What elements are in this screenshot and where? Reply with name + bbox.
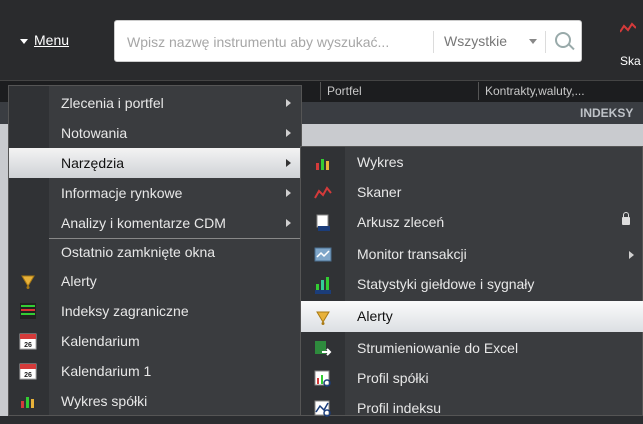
- menu-item-label: Narzędzia: [61, 155, 125, 171]
- alert-bell-icon: [316, 311, 330, 325]
- calendar-icon: 26: [19, 363, 37, 380]
- menu-item-label: Zlecenia i portfel: [61, 95, 164, 111]
- chevron-right-icon: [286, 129, 291, 137]
- scanner-icon: [314, 186, 332, 199]
- chevron-right-icon: [286, 99, 291, 107]
- submenu-item-label: Strumieniowanie do Excel: [357, 340, 519, 356]
- menu-separator: [49, 238, 301, 239]
- recent-item-label: Indeksy zagraniczne: [61, 303, 189, 319]
- menu-item-label: Informacje rynkowe: [61, 185, 183, 201]
- submenu-item-wykres[interactable]: Wykres: [301, 147, 643, 178]
- menu-button-label: Menu: [34, 32, 70, 48]
- menu-item-notowania[interactable]: Notowania: [9, 118, 301, 148]
- company-profile-icon: [314, 370, 331, 387]
- divider: [433, 31, 434, 53]
- menu-item-narzedzia[interactable]: Narzędzia: [9, 148, 301, 178]
- submenu-item-label: Profil spółki: [357, 370, 429, 386]
- skaner-button-label: Ska: [620, 54, 641, 68]
- chevron-right-icon: [286, 219, 291, 227]
- top-bar: Menu Wszystkie Ska: [0, 0, 643, 80]
- submenu-item-statystyki[interactable]: Statystyki giełdowe i sygnały: [301, 269, 643, 300]
- recent-item-label: Alerty: [61, 273, 97, 289]
- submenu-item-label: Wykres: [357, 154, 404, 170]
- chart-icon: [316, 159, 329, 170]
- calendar-day: 26: [24, 372, 32, 379]
- submenu-item-profil-spolki[interactable]: Profil spółki: [301, 363, 643, 394]
- divider: [545, 31, 546, 53]
- recent-item-wykres-spolki[interactable]: Wykres spółki: [9, 386, 301, 416]
- submenu-item-skaner[interactable]: Skaner: [301, 177, 643, 208]
- instrument-search: Wszystkie: [114, 20, 582, 62]
- calendar-day: 26: [24, 342, 32, 349]
- submenu-item-label: Arkusz zleceń: [357, 214, 445, 230]
- search-input[interactable]: [125, 31, 429, 53]
- menu-item-zlecenia[interactable]: Zlecenia i portfel: [9, 88, 301, 118]
- menu-item-informacje[interactable]: Informacje rynkowe: [9, 178, 301, 208]
- index-profile-icon: [314, 400, 331, 417]
- section-label: INDEKSY: [580, 106, 634, 120]
- monitor-icon: [314, 247, 332, 262]
- order-sheet-icon: [316, 214, 330, 231]
- skaner-button[interactable]: Ska: [610, 12, 643, 72]
- submenu-item-label: Monitor transakcji: [357, 246, 467, 262]
- recent-item-indeksy[interactable]: Indeksy zagraniczne: [9, 296, 301, 326]
- submenu-item-alerty[interactable]: Alerty: [301, 301, 643, 332]
- excel-stream-icon: [315, 341, 332, 356]
- scanner-icon: [620, 22, 636, 33]
- search-icon[interactable]: [555, 32, 571, 48]
- stats-icon: [315, 277, 331, 294]
- recent-item-label: Kalendarium: [61, 333, 140, 349]
- recent-item-kalendarium-1[interactable]: 26 Kalendarium 1: [9, 356, 301, 386]
- submenu-item-strumieniowanie[interactable]: Strumieniowanie do Excel: [301, 333, 643, 364]
- tab-kontrakty[interactable]: Kontrakty,waluty,...: [478, 82, 591, 100]
- submenu-item-label: Statystyki giełdowe i sygnały: [357, 276, 535, 292]
- lock-icon: [622, 212, 630, 225]
- submenu-item-profil-indeksu[interactable]: Profil indeksu: [301, 393, 643, 424]
- chevron-right-icon: [629, 251, 634, 259]
- submenu-item-arkusz-zlecen[interactable]: Arkusz zleceń: [301, 207, 643, 238]
- search-filter-select[interactable]: Wszystkie: [444, 33, 507, 49]
- recent-item-alerty[interactable]: Alerty: [9, 266, 301, 296]
- chart-icon: [21, 397, 34, 408]
- gpw-quotes-icon: [20, 303, 36, 319]
- chevron-right-icon: [286, 189, 291, 197]
- submenu-item-label: Alerty: [357, 308, 393, 324]
- caret-down-icon: [20, 38, 28, 44]
- recent-item-kalendarium[interactable]: 26 Kalendarium: [9, 326, 301, 356]
- menu-button[interactable]: Menu: [20, 32, 69, 48]
- main-menu: Zlecenia i portfel Notowania Narzędzia I…: [8, 85, 302, 416]
- chevron-down-icon[interactable]: [529, 39, 537, 44]
- recent-windows-title: Ostatnio zamknięte okna: [61, 244, 216, 260]
- calendar-icon: 26: [19, 333, 37, 350]
- recent-item-label: Kalendarium 1: [61, 363, 152, 379]
- tab-portfel[interactable]: Portfel: [320, 82, 368, 100]
- menu-item-label: Analizy i komentarze CDM: [61, 215, 226, 231]
- menu-item-label: Notowania: [61, 125, 128, 141]
- menu-item-analizy[interactable]: Analizy i komentarze CDM: [9, 208, 301, 238]
- submenu-item-monitor-transakcji[interactable]: Monitor transakcji: [301, 239, 643, 270]
- recent-item-label: Wykres spółki: [61, 393, 148, 409]
- chevron-right-icon: [286, 159, 291, 167]
- submenu-item-label: Profil indeksu: [357, 400, 442, 416]
- submenu-item-label: Skaner: [357, 184, 402, 200]
- narzedzia-submenu: Wykres Skaner Arkusz zleceń Monitor tran…: [300, 146, 643, 417]
- alert-bell-icon: [21, 275, 35, 289]
